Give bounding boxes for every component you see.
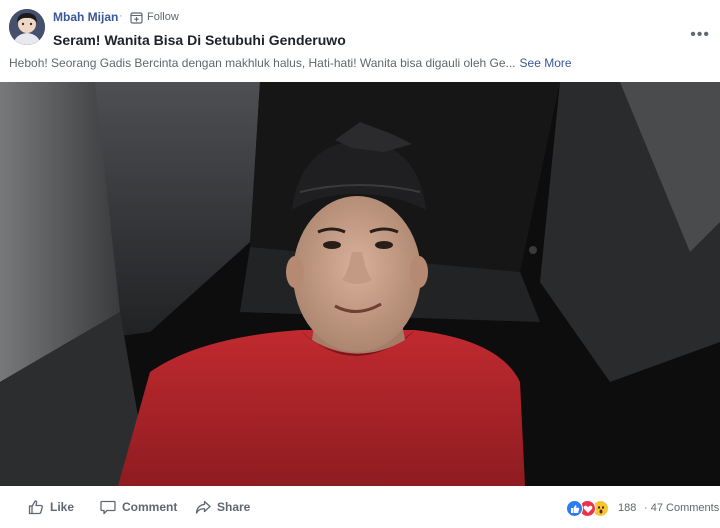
post-description: Heboh! Seorang Gadis Bercinta dengan mak… [9,56,572,70]
description-text: Heboh! Seorang Gadis Bercinta dengan mak… [9,56,516,70]
share-button[interactable]: Share [195,499,250,515]
comment-button[interactable]: Comment [100,499,177,515]
avatar[interactable] [9,9,45,45]
comment-count[interactable]: · 47 Comments [644,502,719,514]
author-name[interactable]: Mbah Mijan [53,10,118,24]
share-icon [195,500,211,514]
comments-link[interactable]: 47 Comments [651,502,719,514]
comment-icon [100,500,116,515]
video-thumbnail [0,82,720,486]
post-header: Mbah Mijan · Follow Seram! Wanita Bisa D… [0,0,720,82]
video-player[interactable] [0,82,720,486]
reaction-count[interactable]: 188 [618,502,636,514]
see-more-link[interactable]: See More [520,56,572,70]
count-separator: · [644,502,648,514]
separator-dot: · [119,10,123,22]
like-label: Like [50,500,75,514]
action-bar: Like Comment Share 188 · 47 Comments [0,488,720,528]
more-options-button[interactable]: ••• [690,26,710,44]
follow-button[interactable]: Follow [147,11,179,23]
reactions-summary[interactable] [566,500,614,518]
like-button[interactable]: Like [28,499,74,515]
post-title[interactable]: Seram! Wanita Bisa Di Setubuhi Genderuwo [53,32,346,48]
like-icon [28,500,43,515]
share-label: Share [217,500,251,514]
comment-label: Comment [122,500,178,514]
like-reaction-icon [566,500,583,517]
follow-icon[interactable] [130,11,143,24]
